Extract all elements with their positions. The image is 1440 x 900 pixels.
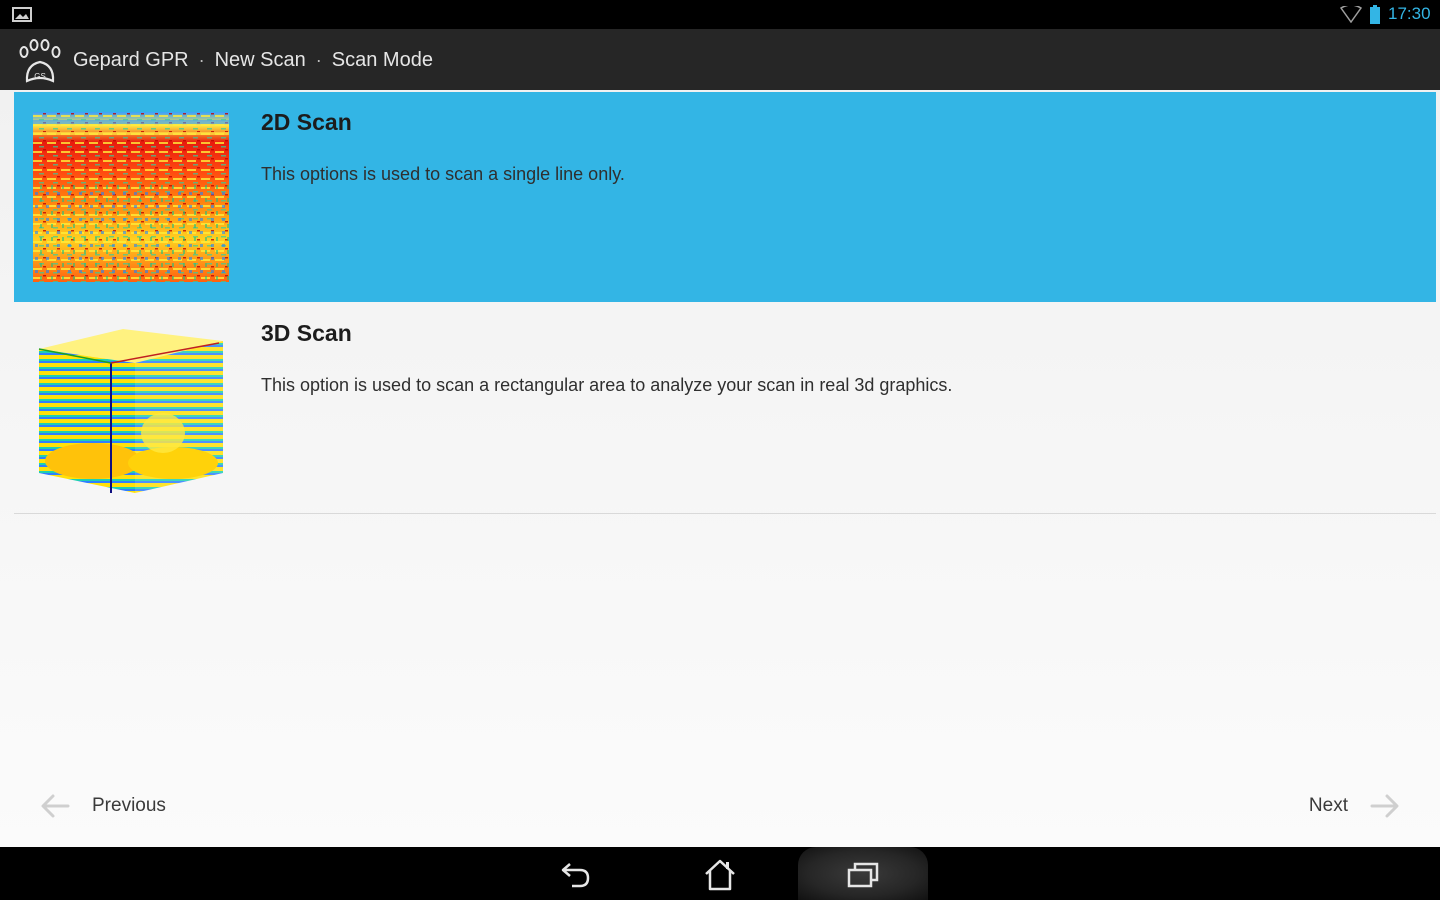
option-title: 3D Scan xyxy=(261,320,352,346)
home-icon xyxy=(705,859,735,891)
radargram-thumbnail xyxy=(33,112,229,282)
previous-label: Previous xyxy=(92,795,166,816)
arrow-left-icon xyxy=(41,794,70,818)
list-divider xyxy=(14,513,1436,514)
next-label: Next xyxy=(1308,795,1348,816)
svg-text:GS: GS xyxy=(34,72,46,81)
notification-image-icon xyxy=(12,7,32,22)
scan-mode-list: 2D Scan This options is used to scan a s… xyxy=(0,90,1440,847)
arrow-right-icon xyxy=(1370,794,1399,818)
breadcrumb: Gepard GPR · New Scan · Scan Mode xyxy=(73,48,433,72)
option-2d-scan[interactable]: 2D Scan This options is used to scan a s… xyxy=(14,92,1436,302)
breadcrumb-item-new-scan[interactable]: New Scan xyxy=(215,49,306,72)
breadcrumb-item-app[interactable]: Gepard GPR xyxy=(73,49,189,72)
recents-icon xyxy=(847,862,879,888)
option-description: This options is used to scan a single li… xyxy=(261,164,625,184)
back-button[interactable] xyxy=(540,853,612,897)
option-description: This option is used to scan a rectangula… xyxy=(261,375,953,395)
status-clock: 17:30 xyxy=(1388,4,1431,23)
breadcrumb-item-scan-mode: Scan Mode xyxy=(331,48,433,71)
recents-button[interactable] xyxy=(827,853,899,897)
system-navigation-bar xyxy=(0,847,1440,900)
3d-cube-thumbnail xyxy=(38,329,223,493)
status-bar: 17:30 xyxy=(0,0,1440,29)
previous-button[interactable]: Previous xyxy=(38,790,166,822)
action-bar: GS Gepard GPR · New Scan · Scan Mode xyxy=(0,29,1440,90)
back-icon xyxy=(561,863,590,888)
breadcrumb-separator: · xyxy=(198,49,205,70)
battery-icon xyxy=(1370,5,1380,24)
home-button[interactable] xyxy=(684,853,756,897)
wifi-icon xyxy=(1340,6,1362,23)
option-3d-scan[interactable]: 3D Scan This option is used to scan a re… xyxy=(14,303,1436,513)
paw-logo-icon[interactable]: GS xyxy=(18,35,66,85)
option-title: 2D Scan xyxy=(261,109,352,135)
breadcrumb-separator: · xyxy=(315,49,322,70)
next-button[interactable]: Next xyxy=(1309,790,1402,822)
